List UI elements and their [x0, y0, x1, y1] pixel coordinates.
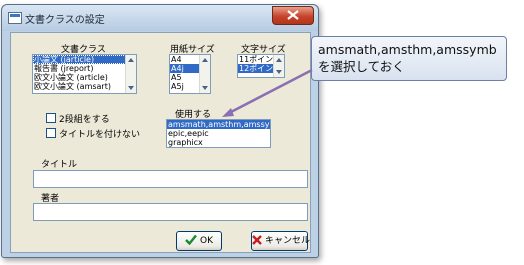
notitle-label: タイトルを付けない	[59, 130, 141, 140]
callout-line-1: amsmath,amsthm,amssymb	[318, 42, 497, 57]
scroll-up-icon[interactable]	[202, 58, 208, 62]
cancel-x-icon	[252, 235, 262, 245]
title-bar[interactable]: 文書クラスの設定	[2, 5, 318, 31]
close-button[interactable]	[272, 6, 314, 25]
scroll-down-icon[interactable]	[202, 86, 208, 90]
author-input[interactable]	[33, 203, 308, 221]
title-field-label: タイトル	[41, 160, 78, 170]
ok-button[interactable]: OK	[176, 231, 222, 251]
list-item[interactable]: 欧文小論文 (article)	[33, 73, 136, 82]
scroll-up-icon[interactable]	[128, 58, 134, 62]
paper-scrollbar[interactable]	[199, 55, 210, 93]
scroll-up-icon[interactable]	[276, 58, 282, 62]
cancel-button-label: キャンセル	[265, 236, 311, 246]
dialog-client-area: 文書クラス 小論文 (jarticle) 報告書 (jreport) 欧文小論文…	[10, 32, 311, 253]
scroll-down-icon[interactable]	[276, 70, 282, 74]
list-item[interactable]: epic,eepic	[167, 129, 270, 138]
packages-listbox[interactable]: amsmath,amsthm,amssymb epic,eepic graphi…	[166, 119, 271, 148]
fontsize-listbox[interactable]: 11ポイン 12ポイン	[237, 54, 285, 78]
close-icon	[287, 10, 299, 20]
list-item[interactable]: 欧文小論文 (amsart)	[33, 82, 136, 91]
notitle-checkbox[interactable]	[46, 128, 56, 138]
callout-line-2: を選択しておく	[318, 59, 405, 74]
docclass-scrollbar[interactable]	[125, 55, 136, 93]
cancel-button[interactable]: キャンセル	[251, 231, 311, 251]
list-item[interactable]: amsmath,amsthm,amssymb	[167, 120, 270, 129]
fontsize-scrollbar[interactable]	[273, 55, 284, 77]
checkmark-icon	[185, 234, 197, 246]
twocolumn-checkbox[interactable]	[46, 113, 56, 123]
window-icon	[8, 12, 22, 24]
paper-listbox[interactable]: A4 A4j A5 A5j	[169, 54, 211, 94]
list-item[interactable]: 報告書 (jreport)	[33, 64, 136, 73]
list-item[interactable]: graphicx	[167, 138, 270, 147]
ok-button-label: OK	[200, 236, 213, 246]
list-item[interactable]: 小論文 (jarticle)	[33, 55, 136, 64]
title-input[interactable]	[33, 170, 308, 188]
window-title: 文書クラスの設定	[25, 15, 105, 26]
docclass-listbox[interactable]: 小論文 (jarticle) 報告書 (jreport) 欧文小論文 (arti…	[32, 54, 137, 94]
annotation-callout: amsmath,amsthm,amssymb を選択しておく	[311, 36, 507, 81]
settings-dialog: 文書クラスの設定 文書クラス 小論文 (jarticle) 報告書 (jrepo…	[1, 4, 319, 258]
scroll-down-icon[interactable]	[128, 86, 134, 90]
twocolumn-label: 2段組をする	[59, 115, 110, 125]
